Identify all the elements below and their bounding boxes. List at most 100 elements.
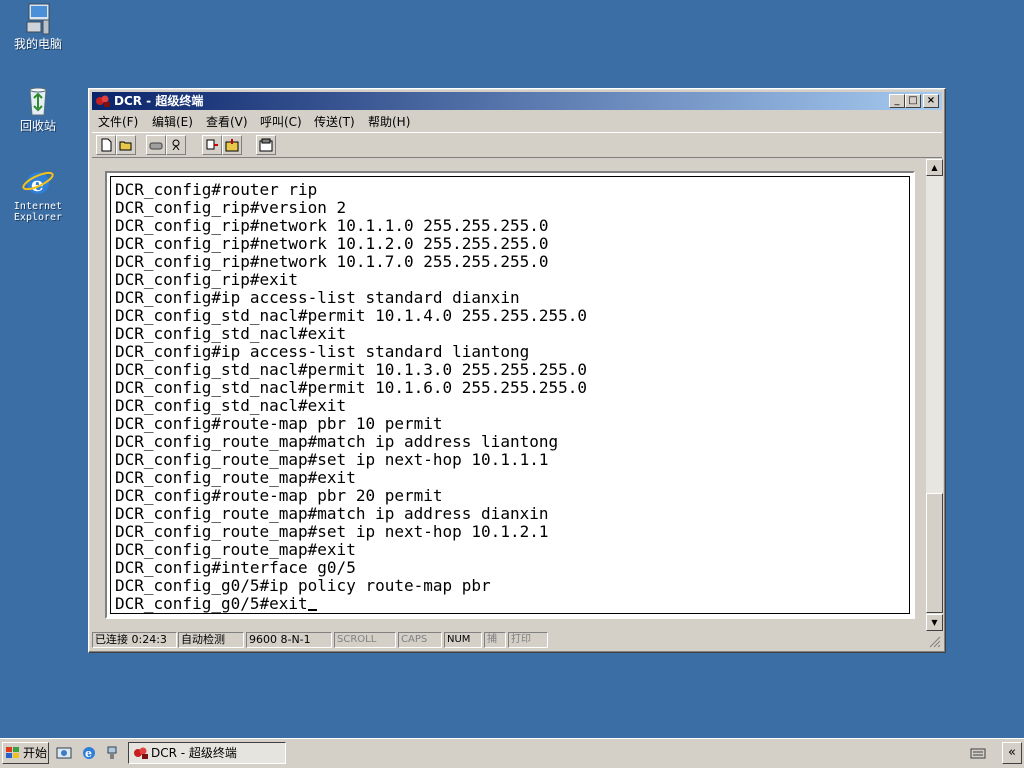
terminal-line: DCR_config_std_nacl#permit 10.1.4.0 255.… [115, 307, 587, 325]
window-title: DCR - 超级终端 [114, 94, 204, 108]
desktop-icon-internet-explorer[interactable]: e Internet Explorer [3, 165, 73, 223]
terminal-line-text: DCR_config_route_map#exit [115, 540, 356, 559]
resize-grip-icon[interactable] [929, 636, 941, 648]
terminal-frame: DCR_config#router rip DCR_config_rip#vers… [105, 171, 915, 619]
hyperterminal-app-icon[interactable] [95, 94, 111, 108]
desktop-icon-label: 我的电脑 [13, 37, 62, 51]
network-icon[interactable] [104, 745, 120, 761]
scroll-thumb[interactable] [926, 493, 943, 613]
terminal-line: DCR_config#router rip [115, 181, 587, 199]
scroll-down-button[interactable]: ▼ [926, 614, 943, 631]
desktop-icon-recycle-bin[interactable]: 回收站 [3, 84, 73, 133]
open-button[interactable] [116, 135, 136, 155]
terminal-line: DCR_config_std_nacl#permit 10.1.6.0 255.… [115, 379, 587, 397]
terminal-line: DCR_config_rip#version 2 [115, 199, 587, 217]
taskbar-button-label: DCR - 超级终端 [151, 746, 237, 760]
terminal-screen[interactable]: DCR_config#router rip DCR_config_rip#vers… [110, 176, 910, 614]
terminal-line: DCR_config#ip access-list standard dianx… [115, 289, 587, 307]
recycle-bin-icon [21, 84, 55, 118]
start-label: 开始 [23, 746, 48, 760]
connect-icon [149, 142, 163, 150]
terminal-line-text: DCR_config_route_map#set ip next-hop 10.… [115, 450, 549, 469]
terminal-line: DCR_config_std_nacl#exit [115, 397, 587, 415]
hyperterminal-app-icon [134, 747, 148, 759]
terminal-line-text: DCR_config_std_nacl#permit 10.1.3.0 255.… [115, 360, 588, 379]
taskbar-button-dcr[interactable]: DCR - 超级终端 [128, 742, 286, 764]
terminal-line: DCR_config_rip#network 10.1.2.0 255.255.… [115, 235, 587, 253]
terminal-line-text: DCR_config_std_nacl#exit [115, 324, 347, 343]
my-computer-icon [21, 2, 55, 36]
toolbar [92, 132, 942, 158]
terminal-line-text: DCR_config_std_nacl#permit 10.1.4.0 255.… [115, 306, 588, 325]
terminal-line: DCR_config_route_map#match ip address li… [115, 433, 587, 451]
terminal-line: DCR_config#ip access-list standard liant… [115, 343, 587, 361]
terminal-line: DCR_config_rip#network 10.1.1.0 255.255.… [115, 217, 587, 235]
send-icon [206, 139, 218, 150]
taskbar: 开始 e DCR - 超级终端 « [0, 738, 1024, 768]
terminal-line: DCR_config_route_map#exit [115, 541, 587, 559]
terminal-line-text: DCR_config#interface g0/5 [115, 558, 356, 577]
maximize-button[interactable]: □ [905, 94, 921, 108]
text-cursor [307, 609, 317, 611]
terminal-line-text: DCR_config_rip#network 10.1.1.0 255.255.… [115, 216, 549, 235]
connect-button[interactable] [146, 135, 166, 155]
new-icon [101, 138, 112, 152]
title-bar[interactable]: DCR - 超级终端 _ □ × [92, 92, 942, 110]
internet-explorer-icon: e [21, 165, 55, 199]
scroll-up-button[interactable]: ▲ [926, 159, 943, 176]
terminal-line: DCR_config_g0/5#ip policy route-map pbr [115, 577, 587, 595]
internet-explorer-icon[interactable]: e [81, 745, 97, 761]
status-connection-time: 已连接 0:24:3 [92, 632, 177, 648]
menu-view[interactable]: 查看(V) [206, 113, 248, 130]
new-button[interactable] [96, 135, 116, 155]
terminal-line-text: DCR_config_route_map#match ip address di… [115, 504, 549, 523]
terminal-line: DCR_config_route_map#exit [115, 469, 587, 487]
terminal-line: DCR_config_std_nacl#permit 10.1.3.0 255.… [115, 361, 587, 379]
terminal-line: DCR_config#interface g0/5 [115, 559, 587, 577]
menu-bar: 文件(F) 编辑(E) 查看(V) 呼叫(C) 传送(T) 帮助(H) [92, 111, 942, 130]
minimize-button[interactable]: _ [889, 94, 905, 108]
terminal-line: DCR_config_route_map#set ip next-hop 10.… [115, 451, 587, 469]
desktop-icon-label: 回收站 [19, 119, 56, 133]
menu-transfer[interactable]: 传送(T) [314, 113, 355, 130]
menu-help[interactable]: 帮助(H) [368, 113, 410, 130]
properties-icon [259, 138, 273, 152]
tray-toggle-button[interactable]: « [1002, 742, 1022, 764]
keyboard-icon[interactable] [970, 746, 986, 760]
send-button[interactable] [202, 135, 222, 155]
terminal-line-text: DCR_config_rip#network 10.1.2.0 255.255.… [115, 234, 549, 253]
disconnect-icon [172, 139, 180, 151]
status-print: 打印 [508, 632, 548, 648]
terminal-line: DCR_config_route_map#match ip address di… [115, 505, 587, 523]
status-bar: 已连接 0:24:3 自动检测 9600 8-N-1 SCROLL CAPS N… [92, 631, 942, 649]
properties-button[interactable] [256, 135, 276, 155]
hyperterminal-window: DCR - 超级终端 _ □ × 文件(F) 编辑(E) 查看(V) 呼叫(C)… [88, 88, 946, 653]
show-desktop-icon[interactable] [56, 745, 72, 761]
open-icon [119, 141, 132, 151]
terminal-line-text: DCR_config_g0/5#ip policy route-map pbr [115, 576, 491, 595]
close-button[interactable]: × [923, 94, 939, 108]
terminal-line: DCR_config_route_map#set ip next-hop 10.… [115, 523, 587, 541]
terminal-line-text: DCR_config_route_map#match ip address li… [115, 432, 559, 451]
desktop-icon-label-line2: Explorer [13, 212, 63, 223]
disconnect-button[interactable] [166, 135, 186, 155]
terminal-line-text: DCR_config_std_nacl#permit 10.1.6.0 255.… [115, 378, 588, 397]
vertical-scrollbar[interactable]: ▲ ▼ [926, 159, 943, 631]
svg-text:e: e [85, 747, 92, 760]
start-button[interactable]: 开始 [2, 742, 49, 764]
status-capture: 捕 [484, 632, 506, 648]
status-scroll: SCROLL [334, 632, 396, 648]
terminal-output: DCR_config#router rip DCR_config_rip#vers… [115, 181, 587, 613]
menu-file[interactable]: 文件(F) [98, 113, 138, 130]
status-port-settings: 9600 8-N-1 [246, 632, 332, 648]
terminal-line: DCR_config#route-map pbr 10 permit [115, 415, 587, 433]
terminal-line-text: DCR_config_route_map#set ip next-hop 10.… [115, 522, 549, 541]
terminal-line: DCR_config_g0/5#exit [115, 595, 587, 613]
terminal-line-text: DCR_config_g0/5#exit [115, 594, 308, 613]
menu-edit[interactable]: 编辑(E) [152, 113, 193, 130]
terminal-line: DCR_config_std_nacl#exit [115, 325, 587, 343]
receive-button[interactable] [222, 135, 242, 155]
menu-call[interactable]: 呼叫(C) [260, 113, 302, 130]
desktop-icon-my-computer[interactable]: 我的电脑 [3, 2, 73, 51]
terminal-line-text: DCR_config_route_map#exit [115, 468, 356, 487]
